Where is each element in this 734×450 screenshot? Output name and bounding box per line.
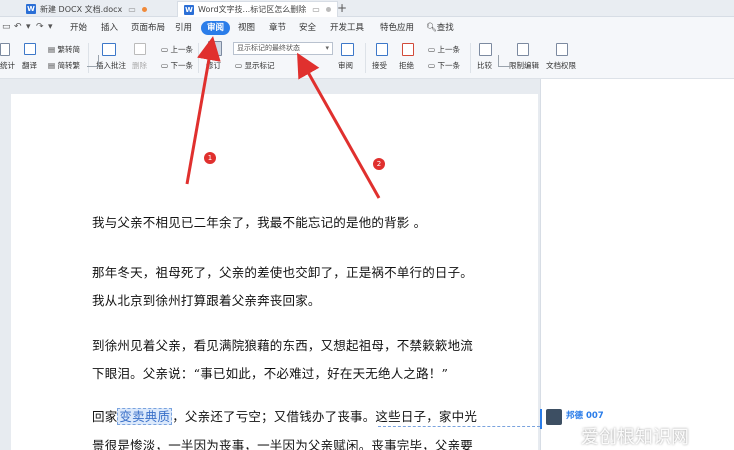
paragraph-4-suffix: ，父亲还了亏空；又借钱办了丧事。这些日子，家中光: [172, 409, 478, 424]
doc-permission-icon[interactable]: [556, 43, 568, 56]
search-icon: 🔍︎: [426, 23, 437, 33]
menu-insert[interactable]: 插入: [97, 21, 122, 35]
margin-corner-top-left: [87, 55, 99, 67]
restrict-edit-label[interactable]: 限制编辑: [509, 60, 539, 71]
document-tab-1-label: 新建 DOCX 文档.docx: [40, 4, 123, 14]
compare-label[interactable]: 比较: [477, 60, 492, 71]
commented-text[interactable]: 变卖典质: [117, 408, 173, 425]
menu-security[interactable]: 安全: [295, 21, 320, 35]
new-tab-button[interactable]: +: [337, 1, 347, 15]
trad-to-simplified-label: 繁转简: [57, 45, 80, 54]
document-tab-2-label: Word文字技...标记区怎么删除: [198, 5, 307, 14]
simplified-to-trad-label: 简转繁: [57, 61, 80, 70]
paragraph-4-line-1[interactable]: 回家 变卖典质 ，父亲还了亏空；又借钱办了丧事。这些日子，家中光: [92, 406, 477, 425]
watermark: 爱创根知识网: [581, 427, 689, 448]
unsaved-dot-icon: [141, 6, 147, 12]
redo-icon[interactable]: ↷: [36, 22, 44, 32]
menu-page-layout[interactable]: 页面布局: [127, 21, 169, 35]
next-comment-label: 下一条: [170, 61, 193, 70]
paragraph-4-line-2[interactable]: 景很是惨淡，一半因为丧事，一半因为父亲赋闲。丧事完毕，父亲要: [92, 435, 473, 450]
pin-icon[interactable]: ▭: [128, 5, 136, 14]
annotation-badge-2: 2: [373, 158, 385, 170]
undo-icon[interactable]: ↶: [14, 22, 22, 32]
translate-icon[interactable]: [24, 43, 36, 55]
chevron-down-icon[interactable]: ▾: [48, 22, 53, 32]
review-ribbon: 统计 翻译 ▤ 繁转简 ▤ 简转繁 插入批注 删除 ▭ 上一条 ▭ 下一条 修订…: [0, 39, 734, 79]
track-changes-label[interactable]: 修订: [206, 60, 221, 71]
reject-label[interactable]: 拒绝: [399, 60, 414, 71]
menu-home[interactable]: 开始: [66, 21, 91, 35]
comment-marker: [540, 409, 542, 429]
ribbon-separator: [365, 43, 366, 73]
translate-label[interactable]: 翻译: [22, 60, 37, 71]
markup-display-value: 显示标记的最终状态: [237, 44, 300, 52]
word-doc-icon: W: [26, 4, 36, 14]
review-pane-icon[interactable]: [341, 43, 354, 56]
paragraph-4-prefix: 回家: [92, 409, 118, 424]
simplified-to-trad-button[interactable]: ▤ 简转繁: [48, 60, 80, 71]
delete-comment-icon[interactable]: [134, 43, 146, 55]
search-label: 查找: [436, 23, 454, 33]
paragraph-1[interactable]: 我与父亲不相见已二年余了，我最不能忘记的是他的背影 。: [92, 212, 426, 231]
avatar: [546, 409, 562, 425]
paragraph-3-line-1[interactable]: 到徐州见着父亲，看见满院狼藉的东西，又想起祖母，不禁簌簌地流: [92, 335, 473, 354]
markup-pane: [540, 79, 734, 450]
prev-change-button[interactable]: ▭ 上一条: [428, 44, 460, 55]
next-comment-button[interactable]: ▭ 下一条: [161, 60, 193, 71]
menu-references[interactable]: 引用: [171, 21, 196, 35]
paragraph-2-line-1[interactable]: 那年冬天，祖母死了，父亲的差使也交卸了，正是祸不单行的日子。: [92, 262, 473, 281]
insert-comment-icon[interactable]: [102, 43, 116, 56]
menu-developer[interactable]: 开发工具: [326, 21, 368, 35]
document-tab-1[interactable]: W 新建 DOCX 文档.docx ▭: [20, 1, 153, 17]
next-change-label: 下一条: [437, 61, 460, 70]
insert-comment-label[interactable]: 插入批注: [96, 60, 126, 71]
ribbon-separator: [470, 43, 471, 73]
quick-access-icon[interactable]: ▭: [2, 22, 11, 32]
comment-author[interactable]: 邦德 007: [566, 409, 604, 421]
ribbon-separator: [198, 43, 199, 73]
paragraph-2-line-2[interactable]: 我从北京到徐州打算跟着父亲奔丧回家。: [92, 290, 321, 309]
review-pane-label[interactable]: 审阅: [338, 60, 353, 71]
accept-label[interactable]: 接受: [372, 60, 387, 71]
menu-bar: ▭ ↶ ▾ ↷ ▾ 开始 插入 页面布局 引用 审阅 视图 章节 安全 开发工具…: [0, 17, 734, 39]
chevron-down-icon: ▾: [325, 44, 329, 52]
prev-comment-button[interactable]: ▭ 上一条: [161, 44, 193, 55]
reject-icon[interactable]: [402, 43, 414, 56]
prev-change-label: 上一条: [437, 45, 460, 54]
pin-icon[interactable]: ▭: [312, 5, 320, 14]
compare-icon[interactable]: [479, 43, 492, 56]
menu-special[interactable]: 特色应用: [376, 21, 418, 35]
word-doc-icon: W: [184, 4, 194, 15]
status-dot-icon: [325, 7, 331, 12]
annotation-badge-1: 1: [204, 152, 216, 164]
chevron-down-icon[interactable]: ▾: [26, 22, 31, 32]
search-button[interactable]: 🔍︎查找: [422, 21, 458, 35]
markup-display-select[interactable]: 显示标记的最终状态 ▾: [233, 42, 333, 55]
show-markup-button[interactable]: ▭ 显示标记: [235, 60, 274, 71]
paragraph-3-line-2[interactable]: 下眼泪。父亲说：“事已如此，不必难过，好在天无绝人之路！”: [92, 363, 448, 382]
prev-comment-label: 上一条: [170, 45, 193, 54]
doc-permission-label[interactable]: 文档权限: [546, 60, 576, 71]
track-changes-icon[interactable]: [208, 41, 222, 56]
menu-chapter[interactable]: 章节: [265, 21, 290, 35]
margin-corner-top-right: [498, 55, 510, 67]
next-change-button[interactable]: ▭ 下一条: [428, 60, 460, 71]
delete-comment-label[interactable]: 删除: [132, 60, 147, 71]
menu-view[interactable]: 视图: [234, 21, 259, 35]
restrict-edit-icon[interactable]: [517, 43, 529, 56]
comment-connector: [378, 426, 540, 427]
document-tab-2[interactable]: W Word文字技...标记区怎么删除 ▭: [177, 1, 338, 17]
trad-to-simplified-button[interactable]: ▤ 繁转简: [48, 44, 80, 55]
menu-review[interactable]: 审阅: [201, 21, 231, 35]
word-count-label[interactable]: 统计: [0, 60, 15, 71]
word-count-icon[interactable]: [0, 43, 10, 56]
title-bar: W 新建 DOCX 文档.docx ▭ W Word文字技...标记区怎么删除 …: [0, 0, 734, 17]
show-markup-label: 显示标记: [244, 61, 275, 70]
accept-icon[interactable]: [376, 43, 388, 56]
